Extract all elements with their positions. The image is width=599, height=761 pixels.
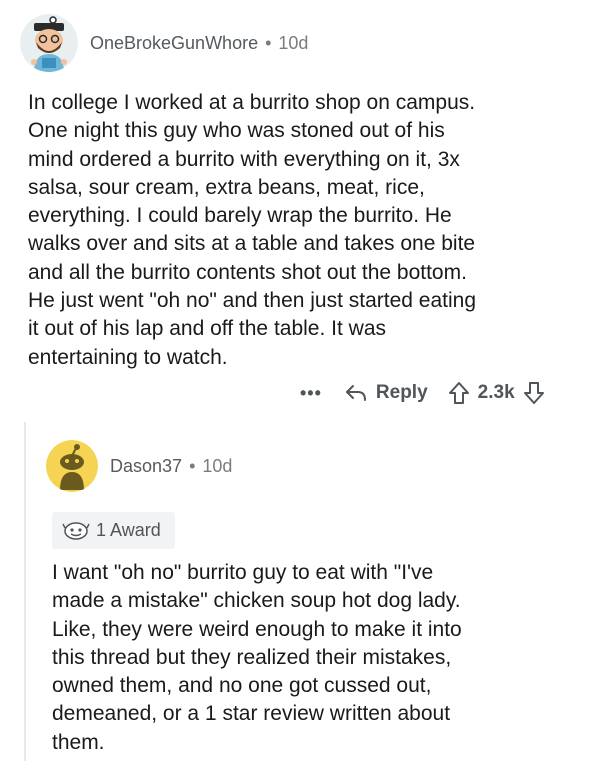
bearded-snoo-avatar-icon [20,14,78,72]
award-label: 1 Award [96,520,161,540]
comment-timestamp: 10d [278,32,309,53]
comment-line: this thread but they realized their mist… [52,645,452,669]
comment-timestamp: 10d [202,455,233,476]
default-snoo-avatar-icon [46,440,98,492]
thread-line[interactable] [24,422,26,761]
award-icon [62,521,90,540]
comment-line: He just went "oh no" and then just start… [28,289,477,313]
comment-line: I want "oh no" burrito guy to eat with "… [52,561,434,584]
meta-separator: • [189,455,196,476]
comment-actions: ••• Reply 2.3k [300,378,545,408]
comment-line: entertaining to watch. [28,345,228,369]
comment-1-header: OneBrokeGunWhore • 10d [20,14,308,72]
user-avatar[interactable] [46,440,98,492]
comment-body: In college I worked at a burrito shop on… [28,89,588,372]
reply-button[interactable]: Reply [344,382,428,404]
vote-score: 2.3k [477,382,515,403]
meta-separator: • [265,32,272,53]
downvote-icon[interactable] [523,381,545,405]
more-options-button[interactable]: ••• [300,383,322,404]
upvote-icon[interactable] [448,381,470,405]
comment-author[interactable]: OneBrokeGunWhore [90,33,258,54]
comment-line: owned them, and no one got cussed out, [52,674,432,698]
comment-line: Like, they were weird enough to make it … [52,617,462,641]
comment-line: it out of his lap and off the table. It … [28,317,387,341]
user-avatar[interactable] [20,14,78,72]
comment-line: and all the burrito contents shot out th… [28,260,467,284]
comment-body: I want "oh no" burrito guy to eat with "… [52,559,592,757]
comment-line: walks over and sits at a table and takes… [28,232,476,256]
comment-author[interactable]: Dason37 [110,456,182,477]
reply-label: Reply [375,382,428,403]
comment-line: salsa, sour cream, extra beans, meat, ri… [28,175,425,199]
vote-controls: 2.3k [448,381,545,405]
comment-line: them. [52,730,105,754]
comment-2-header: Dason37 • 10d [46,440,232,492]
reply-arrow-icon [345,385,366,401]
comment-line: demeaned, or a 1 star review written abo… [52,702,451,726]
comment-line: made a mistake" chicken soup hot dog lad… [52,589,461,613]
comment-line: everything. I could barely wrap the burr… [28,204,452,228]
comment-line: mind ordered a burrito with everything o… [28,147,460,171]
award-badge[interactable]: 1 Award [52,512,175,549]
comment-line: In college I worked at a burrito shop on… [28,91,476,114]
comment-line: One night this guy who was stoned out of… [28,119,445,143]
